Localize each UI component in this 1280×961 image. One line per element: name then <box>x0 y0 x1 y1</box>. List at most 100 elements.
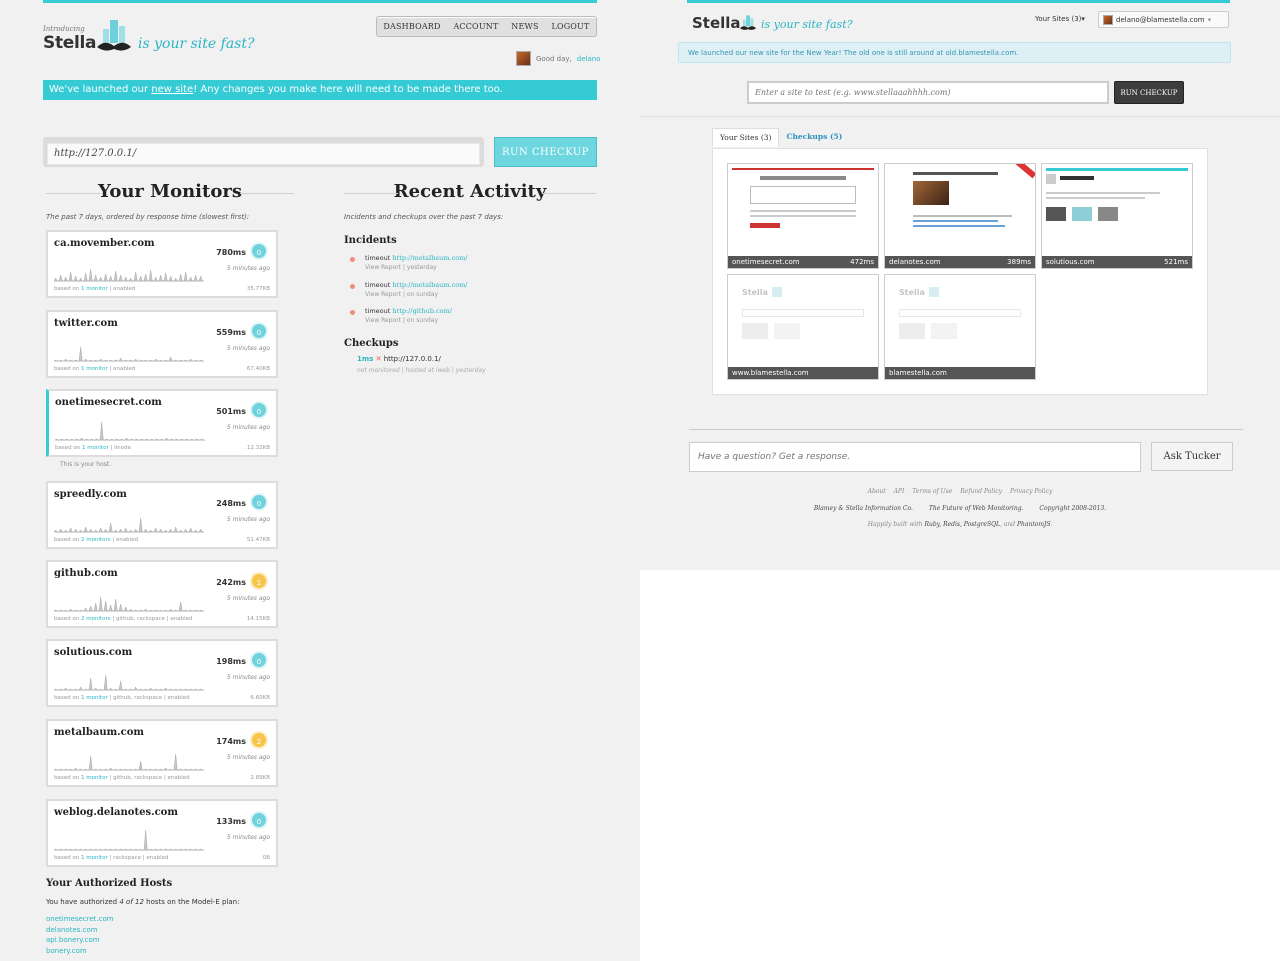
nav-logout[interactable]: LOGOUT <box>551 22 589 31</box>
auth-host-link[interactable]: delanotes.com <box>46 925 114 936</box>
monitor-count-link[interactable]: 1 monitor <box>82 445 109 451</box>
monitor-host[interactable]: onetimesecret.com <box>55 397 162 408</box>
checkup-row[interactable]: 1ms ✕ http://127.0.0.1/ <box>357 355 441 363</box>
monitor-host[interactable]: github.com <box>54 568 118 579</box>
monitor-meta: based on 1 monitor | github, rackspace |… <box>54 695 190 701</box>
banner-text-post: ! Any changes you make here will need to… <box>193 84 503 95</box>
meta-post: | linode <box>108 445 131 451</box>
meta-pre: based on <box>54 366 81 372</box>
footer-link-about[interactable]: About <box>868 488 886 495</box>
monitor-card[interactable]: onetimesecret.com 501ms 0 5 minutes ago base… <box>46 389 278 457</box>
auth-host-link[interactable]: onetimesecret.com <box>46 914 114 925</box>
brand-name[interactable]: Stella <box>692 14 741 32</box>
user-menu[interactable]: delano@blamestella.com ▾ <box>1098 11 1229 28</box>
tab-your-sites[interactable]: Your Sites (3) <box>712 128 780 147</box>
brand-name[interactable]: Stella <box>43 33 97 53</box>
stella-logo-icon[interactable] <box>739 14 757 32</box>
monitor-count-link[interactable]: 1 monitor <box>81 695 108 701</box>
incident-when: yesterday <box>406 264 437 271</box>
stella-logo-icon[interactable] <box>95 17 133 55</box>
site-screenshot <box>889 164 1035 252</box>
monitor-card[interactable]: github.com 242ms 1 5 minutes ago based on 2 … <box>46 560 278 628</box>
ask-tucker-button[interactable]: Ask Tucker <box>1151 442 1233 471</box>
monitor-count-link[interactable]: 2 monitors <box>81 537 111 543</box>
site-search-input[interactable] <box>747 81 1109 104</box>
incident-count-badge[interactable]: 0 <box>250 493 268 511</box>
monitor-count-link[interactable]: 1 monitor <box>81 366 108 372</box>
tech-pre: Happily built with <box>867 521 925 528</box>
monitor-meta: based on 1 monitor | rackspace | enabled <box>54 855 169 861</box>
site-thumbnail[interactable]: Stella blamestella.com <box>884 274 1036 380</box>
new-site-link[interactable]: new site <box>151 84 193 95</box>
monitor-host[interactable]: twitter.com <box>54 318 118 329</box>
username-link[interactable]: delano <box>577 55 601 63</box>
monitor-host[interactable]: metalbaum.com <box>54 727 144 738</box>
monitor-host[interactable]: spreedly.com <box>54 489 127 500</box>
monitor-updated: 5 minutes ago <box>226 834 270 841</box>
monitor-count-link[interactable]: 1 monitor <box>81 855 108 861</box>
incident-count-badge[interactable]: 0 <box>250 651 268 669</box>
auth-host-link[interactable]: api.bonery.com <box>46 935 114 946</box>
site-thumbnail[interactable]: Stella www.blamestella.com <box>727 274 879 380</box>
monitor-host[interactable]: ca.movember.com <box>54 238 155 249</box>
incident-count-badge[interactable]: 0 <box>250 322 268 340</box>
meta-post: | enabled <box>107 286 136 292</box>
sites-grid: onetimesecret.com 472ms delanotes.com 389ms… <box>712 148 1208 395</box>
site-thumbnail[interactable]: onetimesecret.com 472ms <box>727 163 879 269</box>
monitor-response-time: 174ms <box>216 737 246 746</box>
incident-url[interactable]: http://metalbaum.com/ <box>392 254 467 262</box>
view-report-link[interactable]: View Report <box>365 291 401 298</box>
nav-dashboard[interactable]: DASHBOARD <box>383 22 440 31</box>
incident-count-badge[interactable]: 1 <box>250 572 268 590</box>
monitor-card[interactable]: twitter.com 559ms 0 5 minutes ago based on 1… <box>46 310 278 378</box>
view-report-link[interactable]: View Report <box>365 317 401 324</box>
avatar[interactable] <box>516 51 531 66</box>
sparkline-area <box>54 753 204 771</box>
incident-count-badge[interactable]: 0 <box>250 242 268 260</box>
view-report-link[interactable]: View Report <box>365 264 401 271</box>
tab-checkups[interactable]: Checkups (5) <box>779 128 849 147</box>
footer-copyright: Copyright 2008-2013. <box>1039 505 1107 512</box>
nav-news[interactable]: NEWS <box>511 22 538 31</box>
monitor-card[interactable]: ca.movember.com 780ms 0 5 minutes ago based … <box>46 230 278 298</box>
authorized-hosts-heading: Your Authorized Hosts <box>46 878 173 889</box>
incident-count-badge[interactable]: 0 <box>250 811 268 829</box>
sparkline-area <box>55 421 205 441</box>
checkup-url[interactable]: http://127.0.0.1/ <box>384 355 441 363</box>
monitor-count-link[interactable]: 2 monitors <box>81 616 111 622</box>
run-checkup-button[interactable]: RUN CHECKUP <box>1114 81 1184 104</box>
question-input[interactable] <box>689 442 1141 472</box>
monitor-count-link[interactable]: 1 monitor <box>81 775 108 781</box>
monitor-card[interactable]: weblog.delanotes.com 133ms 0 5 minutes ago b… <box>46 799 278 867</box>
auth-host-link[interactable]: bonery.com <box>46 946 114 957</box>
monitor-count-link[interactable]: 1 monitor <box>81 286 108 292</box>
footer-link-privacy[interactable]: Privacy Policy <box>1010 488 1052 495</box>
monitor-response-time: 501ms <box>216 407 246 416</box>
incident-count-badge[interactable]: 2 <box>250 731 268 749</box>
footer-link-api[interactable]: API <box>894 488 905 495</box>
incident-url[interactable]: http://metalbaum.com/ <box>392 281 467 289</box>
monitor-card[interactable]: metalbaum.com 174ms 2 5 minutes ago based on… <box>46 719 278 787</box>
incident-url[interactable]: http://github.com/ <box>392 307 452 315</box>
site-screenshot: Stella <box>732 279 874 363</box>
site-thumbnail[interactable]: delanotes.com 389ms <box>884 163 1036 269</box>
monitor-host[interactable]: weblog.delanotes.com <box>54 807 178 818</box>
nav-account[interactable]: ACCOUNT <box>453 22 498 31</box>
url-input[interactable] <box>47 142 480 165</box>
thumbnail-site-name: blamestella.com <box>889 369 947 377</box>
incident-count-badge[interactable]: 0 <box>250 401 268 419</box>
monitor-card[interactable]: solutious.com 198ms 0 5 minutes ago based on… <box>46 639 278 707</box>
monitor-host[interactable]: solutious.com <box>54 647 132 658</box>
your-sites-menu[interactable]: Your Sites (3)▾ <box>1035 15 1085 23</box>
monitor-updated: 5 minutes ago <box>226 674 270 681</box>
footer-link-terms[interactable]: Terms of Use <box>912 488 952 495</box>
monitor-card[interactable]: spreedly.com 248ms 0 5 minutes ago based on … <box>46 481 278 549</box>
meta-pre: based on <box>54 537 81 543</box>
meta-post: | rackspace | enabled <box>107 855 169 861</box>
divider <box>689 429 1243 430</box>
response-sparkline <box>54 596 204 612</box>
avatar <box>1103 14 1113 25</box>
run-checkup-button[interactable]: RUN CHECKUP <box>494 137 597 167</box>
footer-link-refund[interactable]: Refund Policy <box>960 488 1002 495</box>
site-thumbnail[interactable]: solutious.com 521ms <box>1041 163 1193 269</box>
